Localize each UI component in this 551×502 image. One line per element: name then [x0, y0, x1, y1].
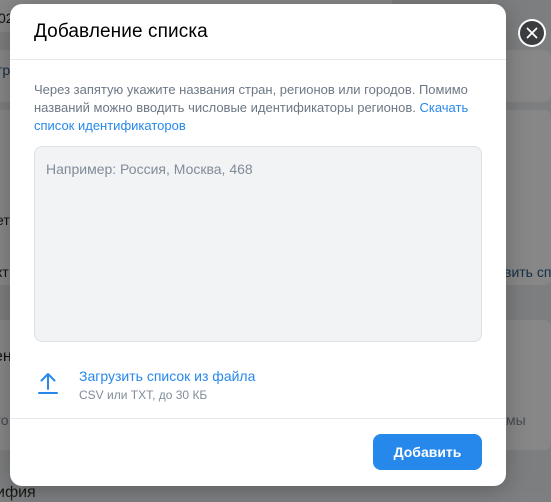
locations-textarea[interactable] [34, 146, 482, 342]
modal-description: Через запятую укажите названия стран, ре… [34, 81, 474, 135]
modal-header: Добавление списка [10, 4, 506, 60]
add-button[interactable]: Добавить [373, 434, 482, 470]
upload-hint: CSV или TXT, до 30 КБ [79, 388, 208, 402]
modal-title: Добавление списка [34, 21, 208, 42]
modal-footer: Добавить [10, 418, 506, 486]
upload-text: Загрузить список из файла CSV или TXT, д… [79, 367, 255, 402]
upload-arrow-icon[interactable] [35, 370, 61, 396]
close-icon [520, 21, 544, 45]
add-list-modal: Добавление списка Через запятую укажите … [10, 4, 506, 486]
upload-from-file[interactable]: Загрузить список из файла CSV или TXT, д… [34, 367, 482, 402]
description-text: Через запятую укажите названия стран, ре… [34, 82, 468, 115]
close-button[interactable] [518, 19, 546, 47]
modal-body: Через запятую укажите названия стран, ре… [10, 60, 506, 402]
upload-file-link[interactable]: Загрузить список из файла [79, 367, 255, 385]
